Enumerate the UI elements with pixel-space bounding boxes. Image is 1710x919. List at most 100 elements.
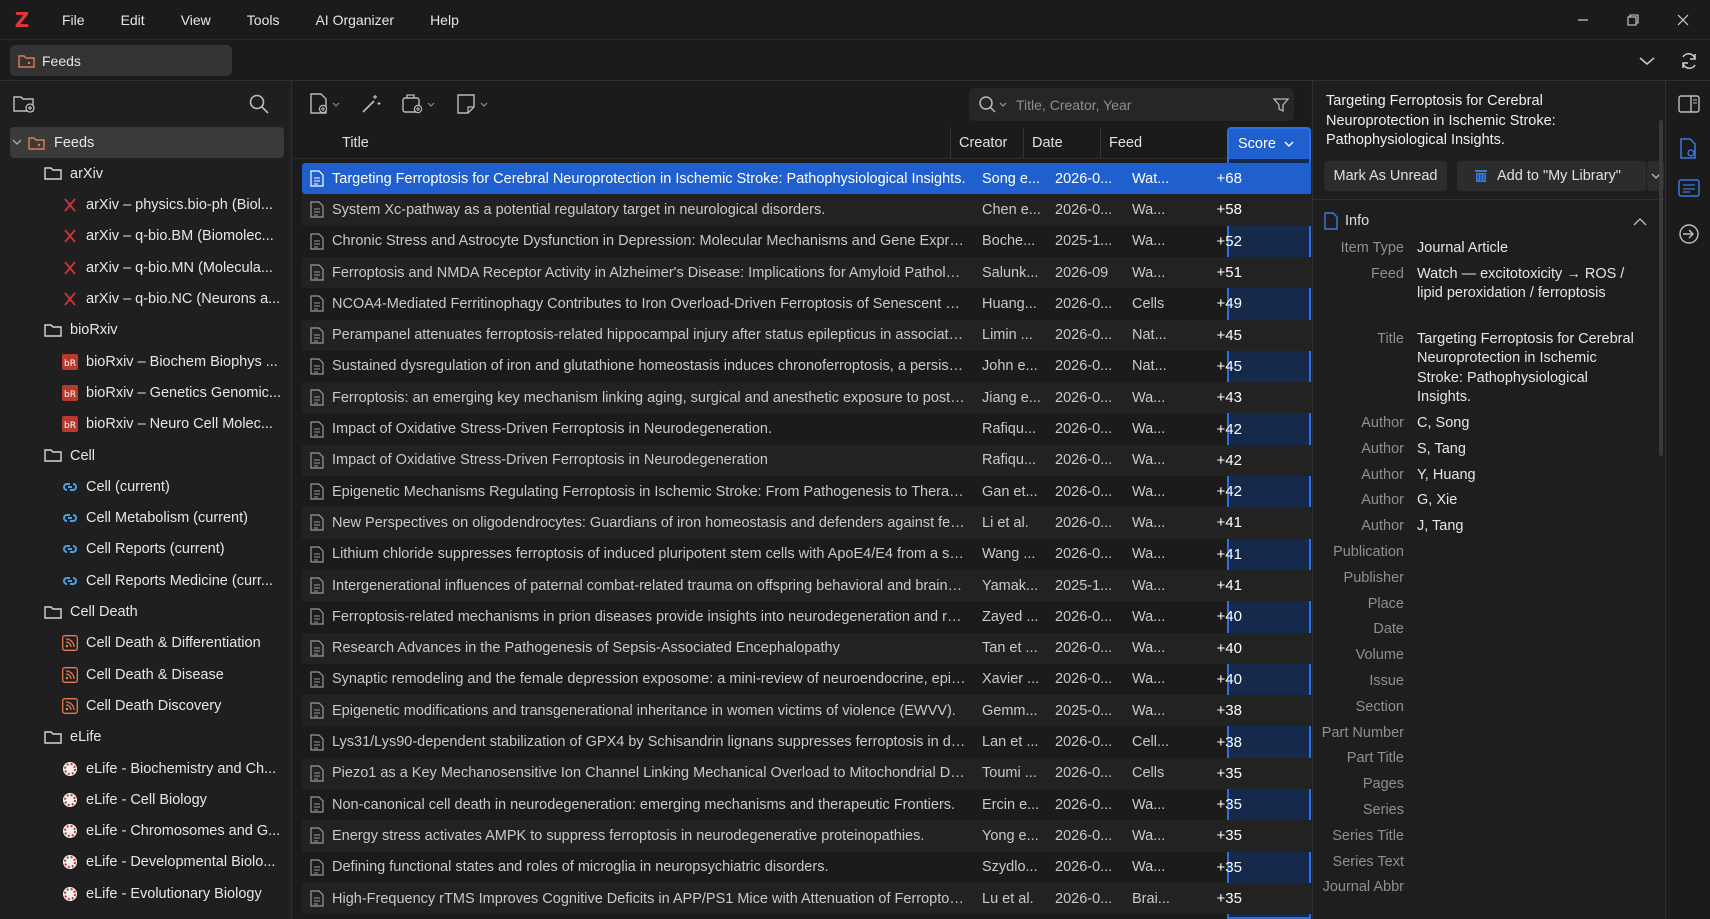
field-value[interactable]: J, Tang — [1417, 517, 1637, 537]
column-header-feed[interactable]: Feed — [1101, 127, 1153, 159]
table-row[interactable]: Lithium chloride suppresses ferroptosis … — [302, 539, 1311, 570]
field-value[interactable]: Y, Huang — [1417, 466, 1637, 486]
sidenav-abstract-button[interactable] — [1678, 179, 1700, 197]
tree-item-23[interactable]: eLife - Developmental Biolo... — [0, 847, 291, 878]
chevron-down-icon[interactable] — [12, 139, 26, 146]
tree-item-13[interactable]: Cell Reports (current) — [0, 534, 291, 565]
field-value[interactable] — [1417, 827, 1637, 847]
table-row[interactable]: Energy stress activates AMPK to suppress… — [302, 820, 1311, 852]
info-field-author[interactable]: Author S, Tang — [1313, 440, 1664, 460]
field-value[interactable] — [1417, 595, 1637, 615]
field-value[interactable] — [1417, 749, 1637, 769]
table-row[interactable]: New Perspectives on oligodendrocytes: Gu… — [302, 507, 1311, 539]
add-to-library-button[interactable]: Add to "My Library" — [1457, 161, 1646, 191]
new-note-button[interactable] — [455, 93, 491, 115]
info-field-section[interactable]: Section — [1313, 698, 1664, 718]
tabs-menu-button[interactable] — [1627, 40, 1667, 81]
field-value[interactable]: Targeting Ferroptosis for Cerebral Neuro… — [1417, 330, 1637, 408]
info-field-date[interactable]: Date — [1313, 620, 1664, 640]
info-section-header[interactable]: Info — [1323, 209, 1653, 233]
tree-item-20[interactable]: eLife - Biochemistry and Ch... — [0, 753, 291, 784]
add-attachment-button[interactable] — [400, 93, 440, 115]
tree-item-14[interactable]: Cell Reports Medicine (curr... — [0, 565, 291, 596]
tree-item-8[interactable]: bR bioRxiv – Genetics Genomic... — [0, 377, 291, 408]
info-field-publication[interactable]: Publication — [1313, 543, 1664, 563]
sidenav-locate-button[interactable] — [1678, 223, 1700, 245]
table-row[interactable]: Non-canonical cell death in neurodegener… — [302, 789, 1311, 820]
tree-item-19[interactable]: eLife — [0, 722, 291, 753]
table-row[interactable]: Epigenetic Mechanisms Regulating Ferropt… — [302, 476, 1311, 507]
table-row[interactable]: Ferroptosis-related mechanisms in prion … — [302, 601, 1311, 632]
tree-item-5[interactable]: arXiv – q-bio.NC (Neurons a... — [0, 284, 291, 315]
maximize-button[interactable] — [1610, 0, 1656, 40]
table-row[interactable]: Epigenetic modifications and transgenera… — [302, 695, 1311, 727]
minimize-button[interactable] — [1560, 0, 1606, 40]
menu-tools[interactable]: Tools — [229, 12, 298, 28]
table-row[interactable]: NCOA4-Mediated Ferritinophagy Contribute… — [302, 288, 1311, 319]
tree-item-15[interactable]: Cell Death — [0, 597, 291, 628]
table-row[interactable]: High-Frequency rTMS Improves Cognitive D… — [302, 882, 1311, 915]
tab-feeds[interactable]: Feeds — [10, 45, 232, 76]
table-row[interactable]: System Xc-pathway as a potential regulat… — [302, 194, 1311, 226]
info-field-author[interactable]: Author C, Song — [1313, 414, 1664, 434]
tree-item-7[interactable]: bR bioRxiv – Biochem Biophys ... — [0, 346, 291, 377]
tree-item-1[interactable]: arXiv — [0, 158, 291, 189]
item-pane-scrollbar[interactable] — [1659, 120, 1663, 456]
menu-file[interactable]: File — [44, 12, 103, 28]
field-value[interactable]: C, Song — [1417, 414, 1637, 434]
field-value[interactable]: Watch — excitotoxicity → ROS / lipid per… — [1417, 265, 1637, 304]
info-field-series-title[interactable]: Series Title — [1313, 827, 1664, 847]
filter-icon[interactable] — [1272, 96, 1290, 114]
info-field-publisher[interactable]: Publisher — [1313, 569, 1664, 589]
field-value[interactable] — [1417, 646, 1637, 666]
tree-item-22[interactable]: eLife - Chromosomes and G... — [0, 816, 291, 847]
table-row[interactable]: Targeting Ferroptosis for Cerebral Neuro… — [302, 163, 1311, 195]
tree-item-6[interactable]: bioRxiv — [0, 315, 291, 346]
search-box[interactable] — [969, 88, 1294, 121]
table-row[interactable]: Perampanel attenuates ferroptosis-relate… — [302, 319, 1311, 351]
tree-item-17[interactable]: Cell Death & Disease — [0, 659, 291, 690]
field-value[interactable] — [1417, 620, 1637, 640]
chevron-up-icon[interactable] — [1633, 217, 1647, 226]
info-field-part-title[interactable]: Part Title — [1313, 749, 1664, 769]
field-value[interactable] — [1417, 853, 1637, 873]
tree-item-3[interactable]: arXiv – q-bio.BM (Biomolec... — [0, 221, 291, 252]
field-value[interactable] — [1417, 775, 1637, 795]
tree-item-18[interactable]: Cell Death Discovery — [0, 690, 291, 721]
new-item-button[interactable] — [308, 93, 342, 115]
table-row[interactable]: Lys31/Lys90-dependent stabilization of G… — [302, 726, 1311, 757]
table-row[interactable]: Impact of Oxidative Stress-Driven Ferrop… — [302, 444, 1311, 476]
table-row[interactable]: Chronic Stress and Astrocyte Dysfunction… — [302, 226, 1311, 257]
info-field-part-number[interactable]: Part Number — [1313, 724, 1664, 744]
field-value[interactable]: S, Tang — [1417, 440, 1637, 460]
info-field-item-type[interactable]: Item Type Journal Article — [1313, 239, 1664, 259]
table-row[interactable]: Research Advances in the Pathogenesis of… — [302, 632, 1311, 664]
info-field-author[interactable]: Author G, Xie — [1313, 491, 1664, 511]
table-row[interactable]: Synaptic remodeling and the female depre… — [302, 664, 1311, 695]
tree-item-10[interactable]: Cell — [0, 440, 291, 471]
table-row[interactable]: Impact of Oxidative Stress-Driven Ferrop… — [302, 413, 1311, 444]
mark-as-unread-button[interactable]: Mark As Unread — [1324, 161, 1447, 191]
info-field-pages[interactable]: Pages — [1313, 775, 1664, 795]
sidenav-info-button[interactable] — [1678, 138, 1698, 160]
collection-search-button[interactable] — [248, 93, 270, 115]
tree-item-0[interactable]: Feeds — [10, 127, 284, 158]
tree-item-12[interactable]: Cell Metabolism (current) — [0, 503, 291, 534]
field-value[interactable] — [1417, 543, 1637, 563]
info-field-author[interactable]: Author J, Tang — [1313, 517, 1664, 537]
menu-view[interactable]: View — [163, 12, 229, 28]
close-button[interactable] — [1660, 0, 1706, 40]
field-value[interactable] — [1417, 698, 1637, 718]
table-row[interactable]: Ferroptosis: an emerging key mechanism l… — [302, 382, 1311, 414]
toggle-pane-button[interactable] — [1678, 95, 1700, 113]
tree-item-9[interactable]: bR bioRxiv – Neuro Cell Molec... — [0, 409, 291, 440]
column-header-creator[interactable]: Creator — [951, 126, 1024, 159]
column-header-score[interactable]: Score — [1229, 129, 1309, 159]
info-field-title[interactable]: Title Targeting Ferroptosis for Cerebral … — [1313, 330, 1664, 408]
field-value[interactable] — [1417, 801, 1637, 821]
sync-button[interactable] — [1669, 40, 1709, 81]
info-field-series[interactable]: Series — [1313, 801, 1664, 821]
field-value[interactable] — [1417, 672, 1637, 692]
field-value[interactable]: G, Xie — [1417, 491, 1637, 511]
tree-item-24[interactable]: eLife - Evolutionary Biology — [0, 878, 291, 909]
